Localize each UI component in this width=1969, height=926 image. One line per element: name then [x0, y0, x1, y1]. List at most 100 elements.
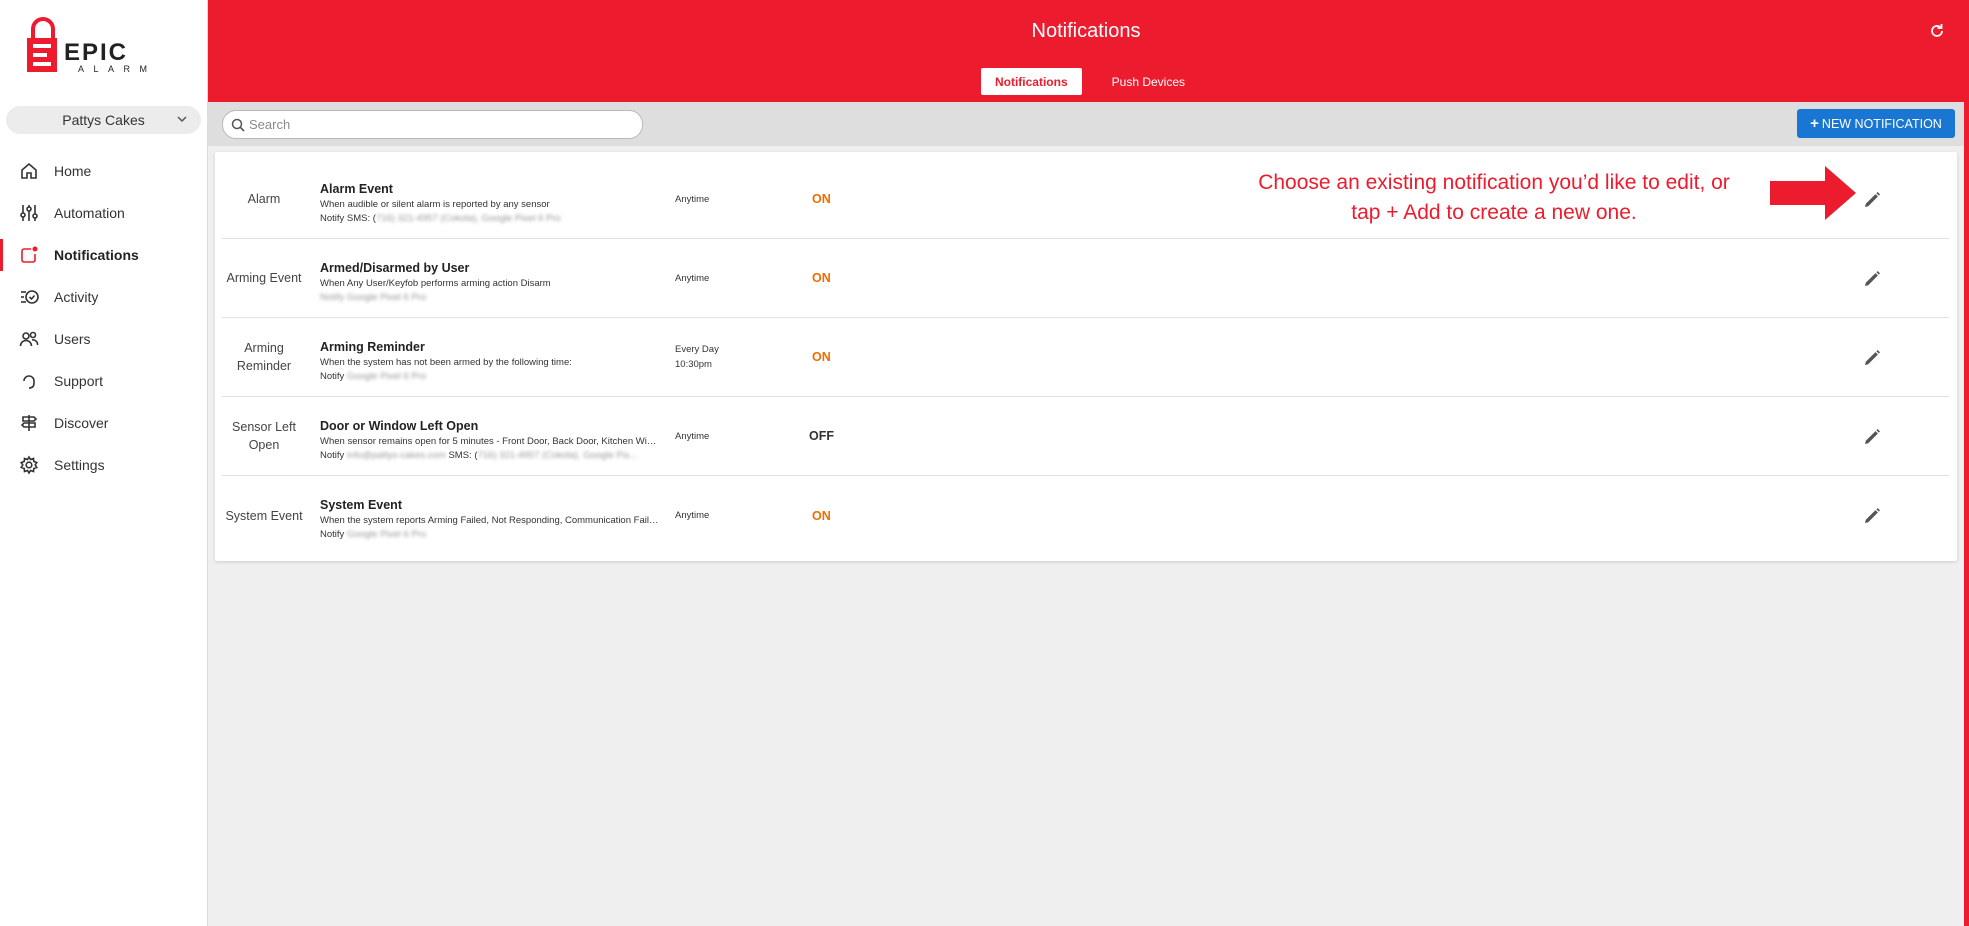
sidebar-item-automation[interactable]: Automation: [0, 192, 207, 234]
notification-recipients: Notify info@pattys-cakes.com SMS: (716) …: [320, 450, 660, 461]
sidebar-item-settings[interactable]: Settings: [0, 444, 207, 486]
sidebar-item-label: Notifications: [54, 247, 139, 263]
tab-notifications[interactable]: Notifications: [980, 68, 1082, 95]
notification-type: Arming Event: [226, 271, 302, 285]
notify-redacted: 716) 321-4957 (Cokola), Google Pix...: [477, 450, 638, 461]
sidebar: EPIC ALARM Pattys Cakes Home Automation …: [0, 0, 208, 926]
edit-pencil-icon[interactable]: [1862, 427, 1882, 447]
sidebar-item-activity[interactable]: Activity: [0, 276, 207, 318]
notification-schedule: Anytime: [675, 160, 709, 238]
account-selector[interactable]: Pattys Cakes: [6, 106, 201, 134]
notification-recipients: Notify SMS: (716) 321-4957 (Cokola), Goo…: [320, 213, 660, 224]
sidebar-item-label: Settings: [54, 457, 105, 473]
search-box[interactable]: [222, 110, 643, 139]
notification-row-system-event[interactable]: System Event System Event When the syste…: [222, 476, 1949, 555]
schedule-line: Anytime: [675, 193, 710, 205]
edit-pencil-icon[interactable]: [1862, 269, 1882, 289]
notification-status[interactable]: ON: [792, 239, 852, 317]
notification-status[interactable]: ON: [792, 318, 852, 396]
refresh-icon[interactable]: [1928, 22, 1946, 40]
notification-icon: [18, 244, 40, 266]
schedule-line: Anytime: [675, 272, 710, 284]
edit-pencil-icon[interactable]: [1862, 190, 1882, 210]
users-icon: [18, 328, 40, 350]
notification-schedule: Every Day 10:30pm: [675, 318, 719, 396]
toolbar: + NEW NOTIFICATION: [208, 102, 1964, 146]
notification-schedule: Anytime: [675, 476, 709, 555]
sidebar-item-home[interactable]: Home: [0, 150, 207, 192]
notification-row-arming-reminder[interactable]: Arming Reminder Arming Reminder When the…: [222, 318, 1949, 397]
schedule-line: Anytime: [675, 430, 710, 442]
signpost-icon: [18, 412, 40, 434]
tab-push-devices[interactable]: Push Devices: [1098, 68, 1199, 95]
notification-description: When the system reports Arming Failed, N…: [320, 515, 660, 526]
notify-redacted: info@pattys-cakes.com: [346, 450, 446, 461]
notification-row-arming-event[interactable]: Arming Event Armed/Disarmed by User When…: [222, 239, 1949, 318]
notify-sms-label: SMS: (: [445, 450, 478, 461]
notification-type: System Event: [225, 508, 303, 523]
new-notification-button[interactable]: + NEW NOTIFICATION: [1797, 109, 1955, 138]
notify-prefix: Notify: [320, 529, 347, 540]
notification-details: System Event When the system reports Arm…: [320, 498, 660, 540]
sidebar-item-label: Automation: [54, 205, 125, 221]
app-header: Notifications Notifications Push Devices: [208, 0, 1964, 102]
edit-pencil-icon[interactable]: [1862, 348, 1882, 368]
tutorial-annotation: Choose an existing notification you’d li…: [1224, 168, 1764, 228]
epic-alarm-logo[interactable]: EPIC ALARM: [24, 16, 184, 76]
account-name: Pattys Cakes: [62, 112, 145, 128]
notification-title: Armed/Disarmed by User: [320, 261, 470, 275]
notify-redacted: 716) 321-4957 (Cokola), Google Pixel 6 P…: [375, 213, 561, 224]
sidebar-item-users[interactable]: Users: [0, 318, 207, 360]
notification-schedule: Anytime: [675, 239, 709, 317]
notification-details: Door or Window Left Open When sensor rem…: [320, 419, 660, 461]
notification-description: When Any User/Keyfob performs arming act…: [320, 278, 551, 289]
notify-redacted: Google Pixel 6 Pro: [346, 529, 427, 540]
notify-redacted: Notify Google Pixel 6 Pro: [320, 292, 427, 303]
sidebar-item-discover[interactable]: Discover: [0, 402, 207, 444]
notification-status[interactable]: ON: [792, 160, 852, 238]
sidebar-item-label: Activity: [54, 289, 99, 305]
notification-status[interactable]: ON: [792, 476, 852, 555]
notification-description: When sensor remains open for 5 minutes -…: [320, 436, 660, 447]
notify-prefix: Notify SMS: (: [320, 213, 376, 224]
search-icon: [231, 118, 245, 132]
annotation-line: tap + Add to create a new one.: [1351, 201, 1637, 224]
new-notification-label: NEW NOTIFICATION: [1821, 116, 1942, 131]
sidebar-item-support[interactable]: Support: [0, 360, 207, 402]
notification-type: Arming Reminder: [236, 341, 292, 373]
notification-title: Door or Window Left Open: [320, 419, 479, 433]
notification-description: When audible or silent alarm is reported…: [320, 199, 550, 210]
notification-description: When the system has not been armed by th…: [320, 357, 572, 368]
notification-recipients: Notify Google Pixel 6 Pro: [320, 292, 660, 303]
notification-details: Arming Reminder When the system has not …: [320, 340, 660, 382]
notification-title: Alarm Event: [320, 182, 393, 196]
edit-pencil-icon[interactable]: [1862, 506, 1882, 526]
notify-redacted: Google Pixel 6 Pro: [346, 371, 427, 382]
gear-icon: [18, 454, 40, 476]
chevron-down-icon: [177, 116, 187, 123]
notification-row-sensor-left-open[interactable]: Sensor Left Open Door or Window Left Ope…: [222, 397, 1949, 476]
notification-details: Alarm Event When audible or silent alarm…: [320, 182, 660, 224]
schedule-line: Every Day: [675, 344, 719, 355]
activity-icon: [18, 286, 40, 308]
search-input[interactable]: [249, 117, 619, 132]
tab-bar: Notifications Push Devices: [208, 68, 1964, 95]
sidebar-item-notifications[interactable]: Notifications: [0, 234, 207, 276]
headset-icon: [18, 370, 40, 392]
notification-recipients: Notify Google Pixel 6 Pro: [320, 371, 660, 382]
schedule-time: 10:30pm: [675, 359, 712, 370]
notification-title: System Event: [320, 498, 402, 512]
schedule-line: Anytime: [675, 510, 710, 521]
annotation-line: Choose an existing notification you’d li…: [1258, 171, 1730, 194]
sidebar-nav: Home Automation Notifications Activity U…: [0, 150, 207, 486]
brand-name: EPIC: [64, 39, 128, 66]
sidebar-item-label: Discover: [54, 415, 109, 431]
notification-status[interactable]: OFF: [792, 397, 852, 475]
notify-prefix: Notify: [320, 371, 347, 382]
notification-type: Alarm: [247, 192, 281, 206]
sliders-icon: [18, 202, 40, 224]
window-border: [1964, 0, 1969, 926]
sidebar-item-label: Users: [54, 331, 91, 347]
notification-recipients: Notify Google Pixel 6 Pro: [320, 529, 660, 540]
plus-icon: +: [1810, 115, 1819, 132]
